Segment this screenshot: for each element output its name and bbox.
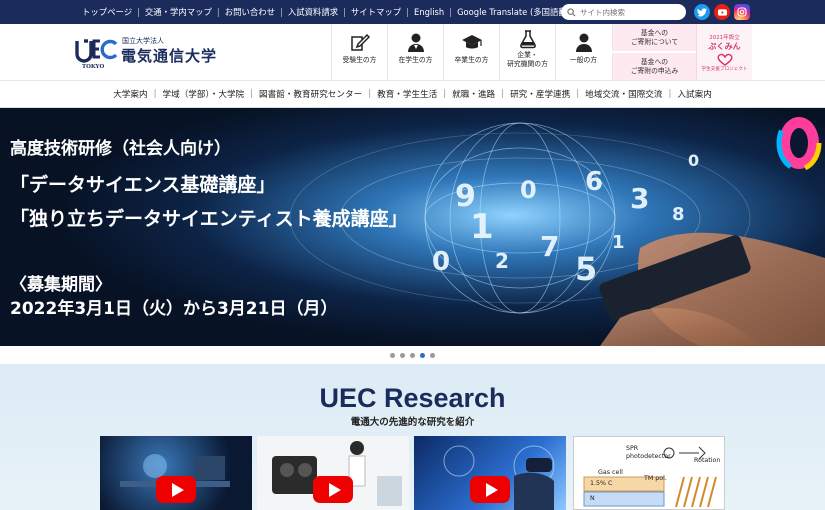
- hero-banner[interactable]: 9 0 1 6 3 2 8 7 5 0 0 1 高度技術研修（社会人向け） 「デ…: [0, 108, 825, 346]
- research-card-4[interactable]: SPR photodetector Gas cell 1.5% C N TM p…: [573, 436, 725, 510]
- main-menu: 大学案内 | 学域（学部）・大学院 | 図書館・教育研究センター | 教育・学生生活 |…: [0, 80, 825, 108]
- utility-bar: トップページ | 交通・学内マップ | お問い合わせ | 入試資料請求 | サイトマップ…: [0, 0, 825, 24]
- audience-students[interactable]: 在学生の方: [387, 24, 443, 80]
- badge-name: ぷくみん: [708, 41, 741, 51]
- diagram-label: SPR: [626, 445, 639, 452]
- link-top-page[interactable]: トップページ: [82, 6, 132, 18]
- student-icon: [407, 33, 424, 52]
- menu-education[interactable]: 教育・学生生活: [371, 88, 443, 100]
- audience-public[interactable]: 一般の方: [555, 24, 611, 80]
- site-search[interactable]: [561, 4, 686, 20]
- hero-number: 0: [432, 247, 450, 277]
- diagram-label: Gas cell: [598, 469, 623, 476]
- hero-number: 2: [495, 249, 509, 273]
- slide-indicator: [0, 346, 825, 364]
- hero-number: 0: [688, 151, 699, 170]
- audience-companies[interactable]: 企業・ 研究機関の方: [499, 24, 555, 80]
- hero-number: 5: [575, 250, 597, 288]
- pen-paper-icon: [350, 33, 370, 51]
- hero-number: 1: [612, 232, 625, 253]
- diagram-label: photodetector: [626, 453, 671, 460]
- link-sitemap[interactable]: サイトマップ: [351, 6, 401, 18]
- diagram-label: N: [590, 495, 595, 502]
- menu-library[interactable]: 図書館・教育研究センター: [253, 88, 368, 100]
- audience-label: 一般の方: [569, 56, 598, 64]
- slide-dot[interactable]: [410, 352, 415, 358]
- heart-hand-icon: [717, 53, 732, 66]
- diagram-label: TM pol.: [644, 475, 667, 482]
- youtube-icon[interactable]: [714, 4, 730, 20]
- audience-applicants[interactable]: 受験生の方: [331, 24, 387, 80]
- logo-sub: TOKYO: [82, 64, 104, 70]
- hero-number: 3: [630, 182, 649, 215]
- youtube-play-icon[interactable]: [470, 476, 510, 503]
- audience-label: 受験生の方: [342, 56, 377, 64]
- link-english[interactable]: English: [414, 7, 444, 17]
- uec-logo-mark-icon: TOKYO: [75, 39, 118, 70]
- donation-info-button[interactable]: 基金への ご寄附について: [612, 24, 696, 51]
- utility-links: トップページ | 交通・学内マップ | お問い合わせ | 入試資料請求 | サイトマップ…: [82, 6, 579, 18]
- menu-community[interactable]: 地域交流・国際交流: [579, 88, 668, 100]
- menu-career[interactable]: 就職・進路: [446, 88, 501, 100]
- diagram-label: 1.5% C: [590, 480, 613, 487]
- diagram-label: Rotation: [694, 457, 721, 464]
- youtube-play-icon[interactable]: [156, 476, 196, 503]
- link-contact[interactable]: お問い合わせ: [225, 6, 275, 18]
- youtube-play-icon[interactable]: [313, 476, 353, 503]
- research-title: UEC Research: [319, 383, 506, 413]
- logo-name: 電気通信大学: [121, 47, 218, 65]
- audience-label: 在学生の方: [398, 56, 433, 64]
- hero-line-4: 〈募集期間〉: [10, 275, 112, 295]
- audience-label: 企業・ 研究機関の方: [507, 51, 548, 68]
- slide-dot[interactable]: [430, 352, 435, 358]
- audience-alumni[interactable]: 卒業生の方: [443, 24, 499, 80]
- menu-admissions[interactable]: 入試案内: [671, 88, 717, 100]
- research-subtitle: 電通大の先進的な研究を紹介: [350, 417, 475, 428]
- badge-year: 2021年設立: [709, 34, 740, 41]
- menu-research[interactable]: 研究・産学連携: [504, 88, 576, 100]
- link-access-map[interactable]: 交通・学内マップ: [145, 6, 212, 18]
- person-icon: [575, 33, 592, 52]
- search-icon[interactable]: [567, 7, 576, 17]
- research-video-2[interactable]: [257, 436, 409, 510]
- fund-badge[interactable]: 2021年設立 ぷくみん 学生支援プロジェクト: [696, 24, 752, 80]
- research-section: UEC Research 電通大の先進的な研究を紹介 SPR photodete…: [0, 364, 825, 510]
- instagram-icon[interactable]: [734, 4, 750, 20]
- donation-apply-button[interactable]: 基金への ご寄附の申込み: [612, 53, 696, 80]
- partner-logo-icon: [776, 114, 822, 172]
- audience-label: 卒業生の方: [454, 56, 489, 64]
- hero-line-3: 「独り立ちデータサイエンティスト養成講座」: [10, 208, 408, 230]
- search-input[interactable]: [580, 7, 680, 17]
- link-admission-docs[interactable]: 入試資料請求: [288, 6, 338, 18]
- research-video-1[interactable]: [100, 436, 252, 510]
- research-video-3[interactable]: [414, 436, 566, 510]
- hero-line-2: 「データサイエンス基礎講座」: [10, 174, 276, 196]
- slide-dot-active[interactable]: [420, 352, 425, 358]
- hero-number: 1: [470, 207, 494, 247]
- badge-sub: 学生支援プロジェクト: [701, 66, 748, 72]
- hero-number: 6: [585, 167, 603, 197]
- flask-icon: [519, 30, 536, 49]
- hero-number: 0: [520, 176, 537, 204]
- slide-dot[interactable]: [390, 352, 395, 358]
- hero-number: 8: [672, 204, 685, 225]
- site-header: TOKYO 国立大学法人 電気通信大学 受験生の方 在学生の方 卒業生の方 企業…: [0, 24, 825, 80]
- graduation-cap-icon: [461, 35, 482, 49]
- menu-about[interactable]: 大学案内: [107, 88, 153, 100]
- university-logo[interactable]: TOKYO 国立大学法人 電気通信大学: [72, 35, 232, 71]
- hero-number: 7: [540, 230, 559, 263]
- spr-diagram-image: [583, 446, 717, 508]
- donation-info-label: 基金への ご寄附について: [630, 28, 679, 46]
- twitter-icon[interactable]: [694, 4, 710, 20]
- menu-faculties[interactable]: 学域（学部）・大学院: [157, 88, 251, 100]
- donation-apply-label: 基金への ご寄附の申込み: [630, 57, 679, 75]
- hero-line-5: 2022年3月1日（火）から3月21日（月）: [10, 299, 338, 319]
- hero-line-1: 高度技術研修（社会人向け）: [10, 139, 231, 159]
- slide-dot[interactable]: [400, 352, 405, 358]
